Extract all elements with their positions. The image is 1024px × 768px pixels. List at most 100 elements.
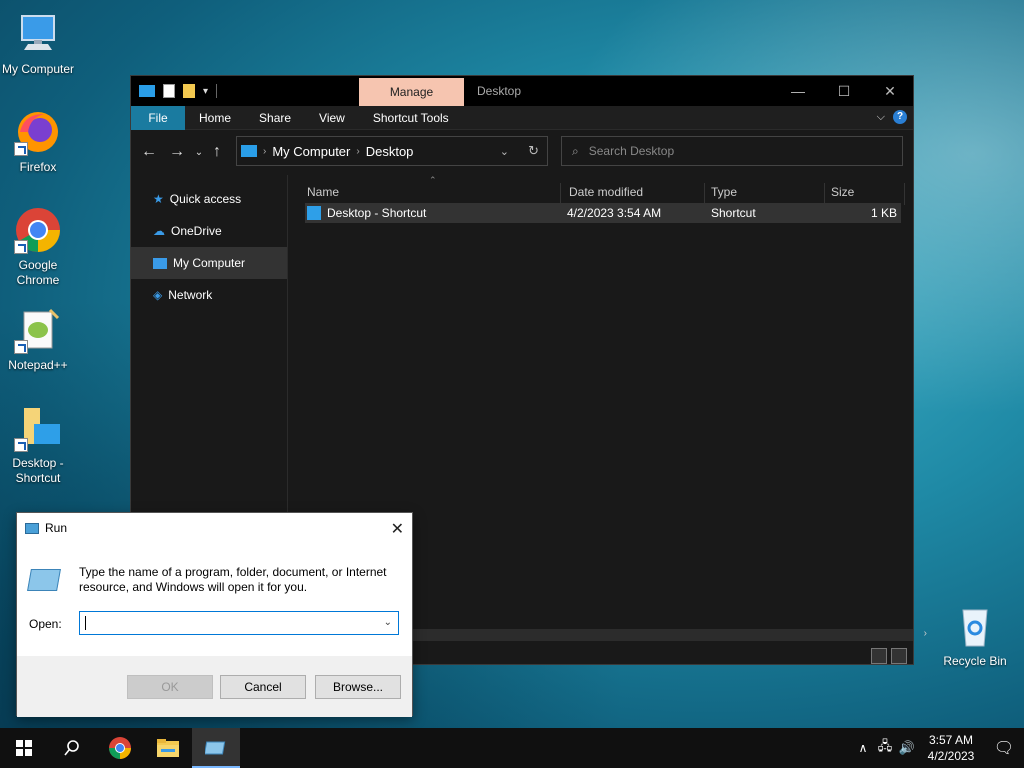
quick-access-toolbar: ▾ (131, 76, 218, 106)
open-combobox[interactable]: ⌄ (79, 611, 399, 635)
nav-item-quick-access[interactable]: ★ Quick access (131, 183, 287, 215)
close-button[interactable]: ✕ (867, 76, 913, 106)
desktop-icon-recycle-bin[interactable]: Recycle Bin (936, 602, 1014, 669)
recycle-bin-icon (951, 602, 999, 650)
nav-item-label: Quick access (169, 192, 242, 206)
run-dialog[interactable]: Run ✕ Type the name of a program, folder… (16, 512, 413, 717)
breadcrumb-desktop[interactable]: Desktop (366, 144, 414, 159)
tab-shortcut-tools[interactable]: Shortcut Tools (359, 106, 463, 130)
run-footer: OK Cancel Browse... (17, 656, 412, 717)
network-icon: ◈ (153, 288, 163, 302)
customize-toolbar-icon[interactable]: ▾ (203, 86, 208, 97)
forward-button[interactable]: → (163, 143, 191, 161)
notepad-plus-plus-icon (14, 306, 62, 354)
desktop-icon-chrome[interactable]: Google Chrome (0, 206, 76, 288)
manage-context-tab[interactable]: Manage (359, 78, 464, 106)
chrome-icon (109, 737, 131, 759)
run-titlebar[interactable]: Run ✕ (17, 513, 412, 543)
search-icon (64, 740, 79, 756)
shortcut-arrow-icon (14, 142, 28, 156)
chrome-icon (14, 206, 62, 254)
desktop-icon-my-computer[interactable]: My Computer (0, 10, 76, 77)
start-button[interactable] (0, 728, 48, 768)
run-icon (205, 741, 226, 755)
chevron-right-icon[interactable]: › (356, 146, 359, 157)
close-icon[interactable]: ✕ (391, 519, 404, 539)
search-button[interactable] (48, 728, 96, 768)
search-input[interactable]: ⌕ Search Desktop (561, 136, 903, 166)
navigation-bar: ← → ⌄ ↑ › My Computer › Desktop ⌄ ↻ ⌕ Se… (131, 130, 913, 174)
help-icon[interactable]: ? (893, 110, 907, 124)
taskbar-chrome[interactable] (96, 728, 144, 768)
nav-item-my-computer[interactable]: My Computer (131, 247, 287, 279)
view-toggle (871, 648, 907, 664)
search-placeholder: Search Desktop (588, 144, 675, 158)
clock-time: 3:57 AM (928, 733, 974, 747)
tab-home[interactable]: Home (185, 106, 245, 130)
chevron-down-icon[interactable]: ⌄ (384, 617, 392, 628)
properties-icon[interactable] (163, 84, 175, 98)
nav-item-label: OneDrive (171, 224, 222, 238)
taskbar-run[interactable] (192, 728, 240, 768)
volume-icon[interactable]: 🔊 (896, 740, 918, 756)
browse-button[interactable]: Browse... (315, 675, 401, 699)
expand-ribbon-icon[interactable]: ⌵ (877, 111, 885, 124)
desktop-icon-label: Firefox (19, 160, 57, 174)
toolbar-separator (216, 84, 218, 98)
nav-item-network[interactable]: ◈ Network (131, 279, 287, 311)
maximize-button[interactable]: ☐ (821, 76, 867, 106)
up-button[interactable]: ↑ (207, 143, 227, 161)
window-controls: — ☐ ✕ (775, 76, 913, 106)
minimize-button[interactable]: — (775, 76, 821, 106)
desktop-icon-desktop-shortcut[interactable]: Desktop - Shortcut (0, 404, 76, 486)
nav-item-label: My Computer (173, 256, 246, 270)
folder-shortcut-icon (14, 404, 62, 452)
show-hidden-icons-icon[interactable]: ∧ (852, 741, 874, 755)
desktop-icon-label: Recycle Bin (943, 654, 1007, 668)
firefox-icon (14, 108, 62, 156)
nav-item-label: Network (168, 288, 213, 302)
notifications-icon[interactable]: 🗨 (984, 738, 1024, 758)
recent-locations-chevron-icon[interactable]: ⌄ (191, 147, 207, 158)
ok-button[interactable]: OK (127, 675, 213, 699)
chevron-right-icon[interactable]: › (263, 146, 266, 157)
desktop-icon-firefox[interactable]: Firefox (0, 108, 76, 175)
shortcut-file-icon (307, 206, 321, 220)
windows-logo-icon (16, 740, 32, 756)
table-row[interactable]: Desktop - Shortcut 4/2/2023 3:54 AM Shor… (305, 203, 901, 223)
taskbar: ∧ 🖧 🔊 3:57 AM 4/2/2023 🗨 (0, 728, 1024, 768)
file-type: Shortcut (711, 206, 756, 220)
new-folder-icon[interactable] (183, 84, 195, 98)
cancel-button[interactable]: Cancel (220, 675, 306, 699)
ribbon-right-controls: ⌵ ? (877, 110, 907, 124)
desktop-icon-notepad-plus-plus[interactable]: Notepad++ (0, 306, 76, 373)
column-header-name[interactable]: Name (289, 183, 561, 205)
details-view-icon[interactable] (871, 648, 887, 664)
window-icon (139, 85, 155, 97)
refresh-icon[interactable]: ↻ (528, 143, 539, 159)
tab-view[interactable]: View (305, 106, 359, 130)
cloud-icon: ☁ (153, 224, 165, 238)
system-tray: ∧ 🖧 🔊 3:57 AM 4/2/2023 🗨 (852, 728, 1024, 768)
address-bar[interactable]: › My Computer › Desktop ⌄ ↻ (236, 136, 548, 166)
shortcut-arrow-icon (14, 240, 28, 254)
file-date: 4/2/2023 3:54 AM (567, 206, 662, 220)
run-title: Run (45, 521, 68, 535)
desktop-icon-label: Notepad++ (8, 358, 68, 372)
network-icon[interactable]: 🖧 (874, 737, 896, 759)
column-header-type[interactable]: Type (705, 183, 825, 205)
back-button[interactable]: ← (135, 143, 163, 161)
taskbar-file-explorer[interactable] (144, 728, 192, 768)
breadcrumb-my-computer[interactable]: My Computer (272, 144, 350, 159)
column-headers: Name Date modified Type Size (289, 183, 913, 205)
nav-item-onedrive[interactable]: ☁ OneDrive (131, 215, 287, 247)
clock[interactable]: 3:57 AM 4/2/2023 (918, 732, 984, 764)
tab-file[interactable]: File (131, 105, 185, 130)
tab-share[interactable]: Share (245, 106, 305, 130)
large-icons-view-icon[interactable] (891, 648, 907, 664)
column-header-size[interactable]: Size (825, 183, 905, 205)
address-dropdown-icon[interactable]: ⌄ (500, 145, 509, 158)
scroll-right-icon[interactable]: › (924, 628, 927, 639)
column-header-date-modified[interactable]: Date modified (561, 183, 705, 205)
explorer-titlebar[interactable]: ▾ Manage Desktop — ☐ ✕ (131, 76, 913, 106)
